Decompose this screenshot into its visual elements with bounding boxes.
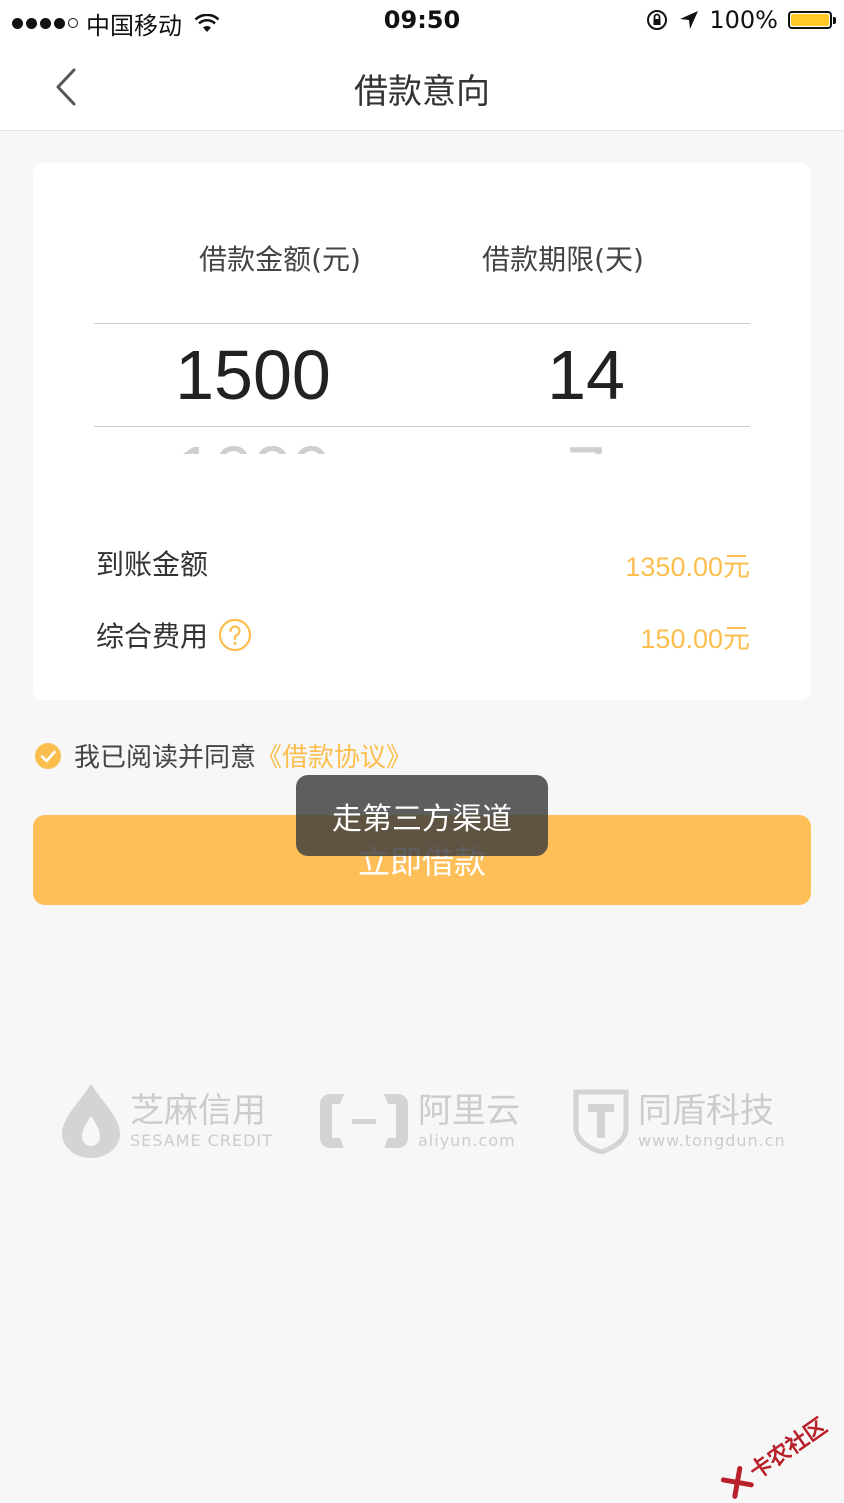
fee-value: 150.00元 bbox=[640, 624, 750, 654]
battery-icon bbox=[788, 11, 836, 29]
orientation-lock-icon bbox=[647, 10, 668, 30]
page-title: 借款意向 bbox=[354, 72, 490, 112]
partner-name: 同盾科技 bbox=[638, 1091, 774, 1131]
partner-subtitle: SESAME CREDIT bbox=[130, 1131, 273, 1150]
amount-next-value: 1000 bbox=[93, 436, 413, 454]
received-amount-label: 到账金额 bbox=[96, 543, 208, 583]
partner-sesame-credit: 芝麻信用 SESAME CREDIT bbox=[60, 1076, 273, 1166]
term-picker-next-option[interactable]: 7 bbox=[426, 428, 746, 454]
location-arrow-icon bbox=[680, 11, 699, 29]
help-icon[interactable] bbox=[218, 618, 252, 652]
toast-text: 走第三方渠道 bbox=[332, 801, 512, 837]
battery-percent: 100% bbox=[709, 6, 778, 34]
term-label: 借款期限(天) bbox=[482, 243, 644, 276]
fee-label: 综合费用 bbox=[96, 615, 252, 655]
partner-subtitle: www.tongdun.cn bbox=[638, 1131, 786, 1150]
tongdun-text: 同盾科技 www.tongdun.cn bbox=[638, 1091, 786, 1151]
received-amount-value: 1350.00元 bbox=[625, 552, 750, 582]
status-bar: 中国移动 09:50 100% bbox=[0, 0, 844, 44]
agreement-text: 我已阅读并同意 bbox=[74, 743, 257, 773]
partner-name: 芝麻信用 bbox=[130, 1091, 266, 1131]
partner-name: 阿里云 bbox=[418, 1091, 520, 1131]
amount-label: 借款金额(元) bbox=[199, 243, 361, 276]
partner-logos: 芝麻信用 SESAME CREDIT 阿里云 aliyun.com 同盾科技 w… bbox=[0, 1076, 844, 1166]
partner-subtitle: aliyun.com bbox=[418, 1131, 516, 1150]
toast-message: 走第三方渠道 bbox=[296, 775, 548, 856]
partner-tongdun: 同盾科技 www.tongdun.cn bbox=[572, 1076, 786, 1166]
sesame-credit-logo-icon bbox=[62, 1084, 120, 1158]
fee-label-text: 综合费用 bbox=[96, 620, 209, 653]
tongdun-logo-icon bbox=[573, 1089, 629, 1154]
amount-picker[interactable]: 1500 bbox=[93, 335, 413, 415]
agreement-link[interactable]: 《借款协议》 bbox=[256, 737, 412, 774]
term-next-value: 7 bbox=[426, 436, 746, 454]
aliyun-logo-icon bbox=[320, 1094, 408, 1148]
sesame-credit-text: 芝麻信用 SESAME CREDIT bbox=[130, 1091, 273, 1151]
partner-aliyun: 阿里云 aliyun.com bbox=[318, 1076, 520, 1166]
term-picker[interactable]: 14 bbox=[426, 335, 746, 415]
watermark: 卡农社区 bbox=[717, 1409, 832, 1503]
status-right: 100% bbox=[645, 6, 836, 34]
checkbox-checked-icon[interactable] bbox=[34, 742, 62, 770]
aliyun-text: 阿里云 aliyun.com bbox=[418, 1091, 520, 1151]
picker-divider-top bbox=[94, 323, 750, 324]
watermark-text: 卡农社区 bbox=[745, 1413, 832, 1485]
nav-bar: 借款意向 bbox=[0, 44, 844, 131]
received-label-text: 到账金额 bbox=[96, 548, 209, 581]
picker-divider-bottom bbox=[94, 426, 750, 427]
amount-picker-next-option[interactable]: 1000 bbox=[93, 428, 413, 454]
agreement-row[interactable]: 我已阅读并同意 《借款协议》 bbox=[34, 737, 412, 774]
loan-card: 借款金额(元) 借款期限(天) 1500 14 1000 7 到账金额 1350… bbox=[33, 163, 811, 700]
